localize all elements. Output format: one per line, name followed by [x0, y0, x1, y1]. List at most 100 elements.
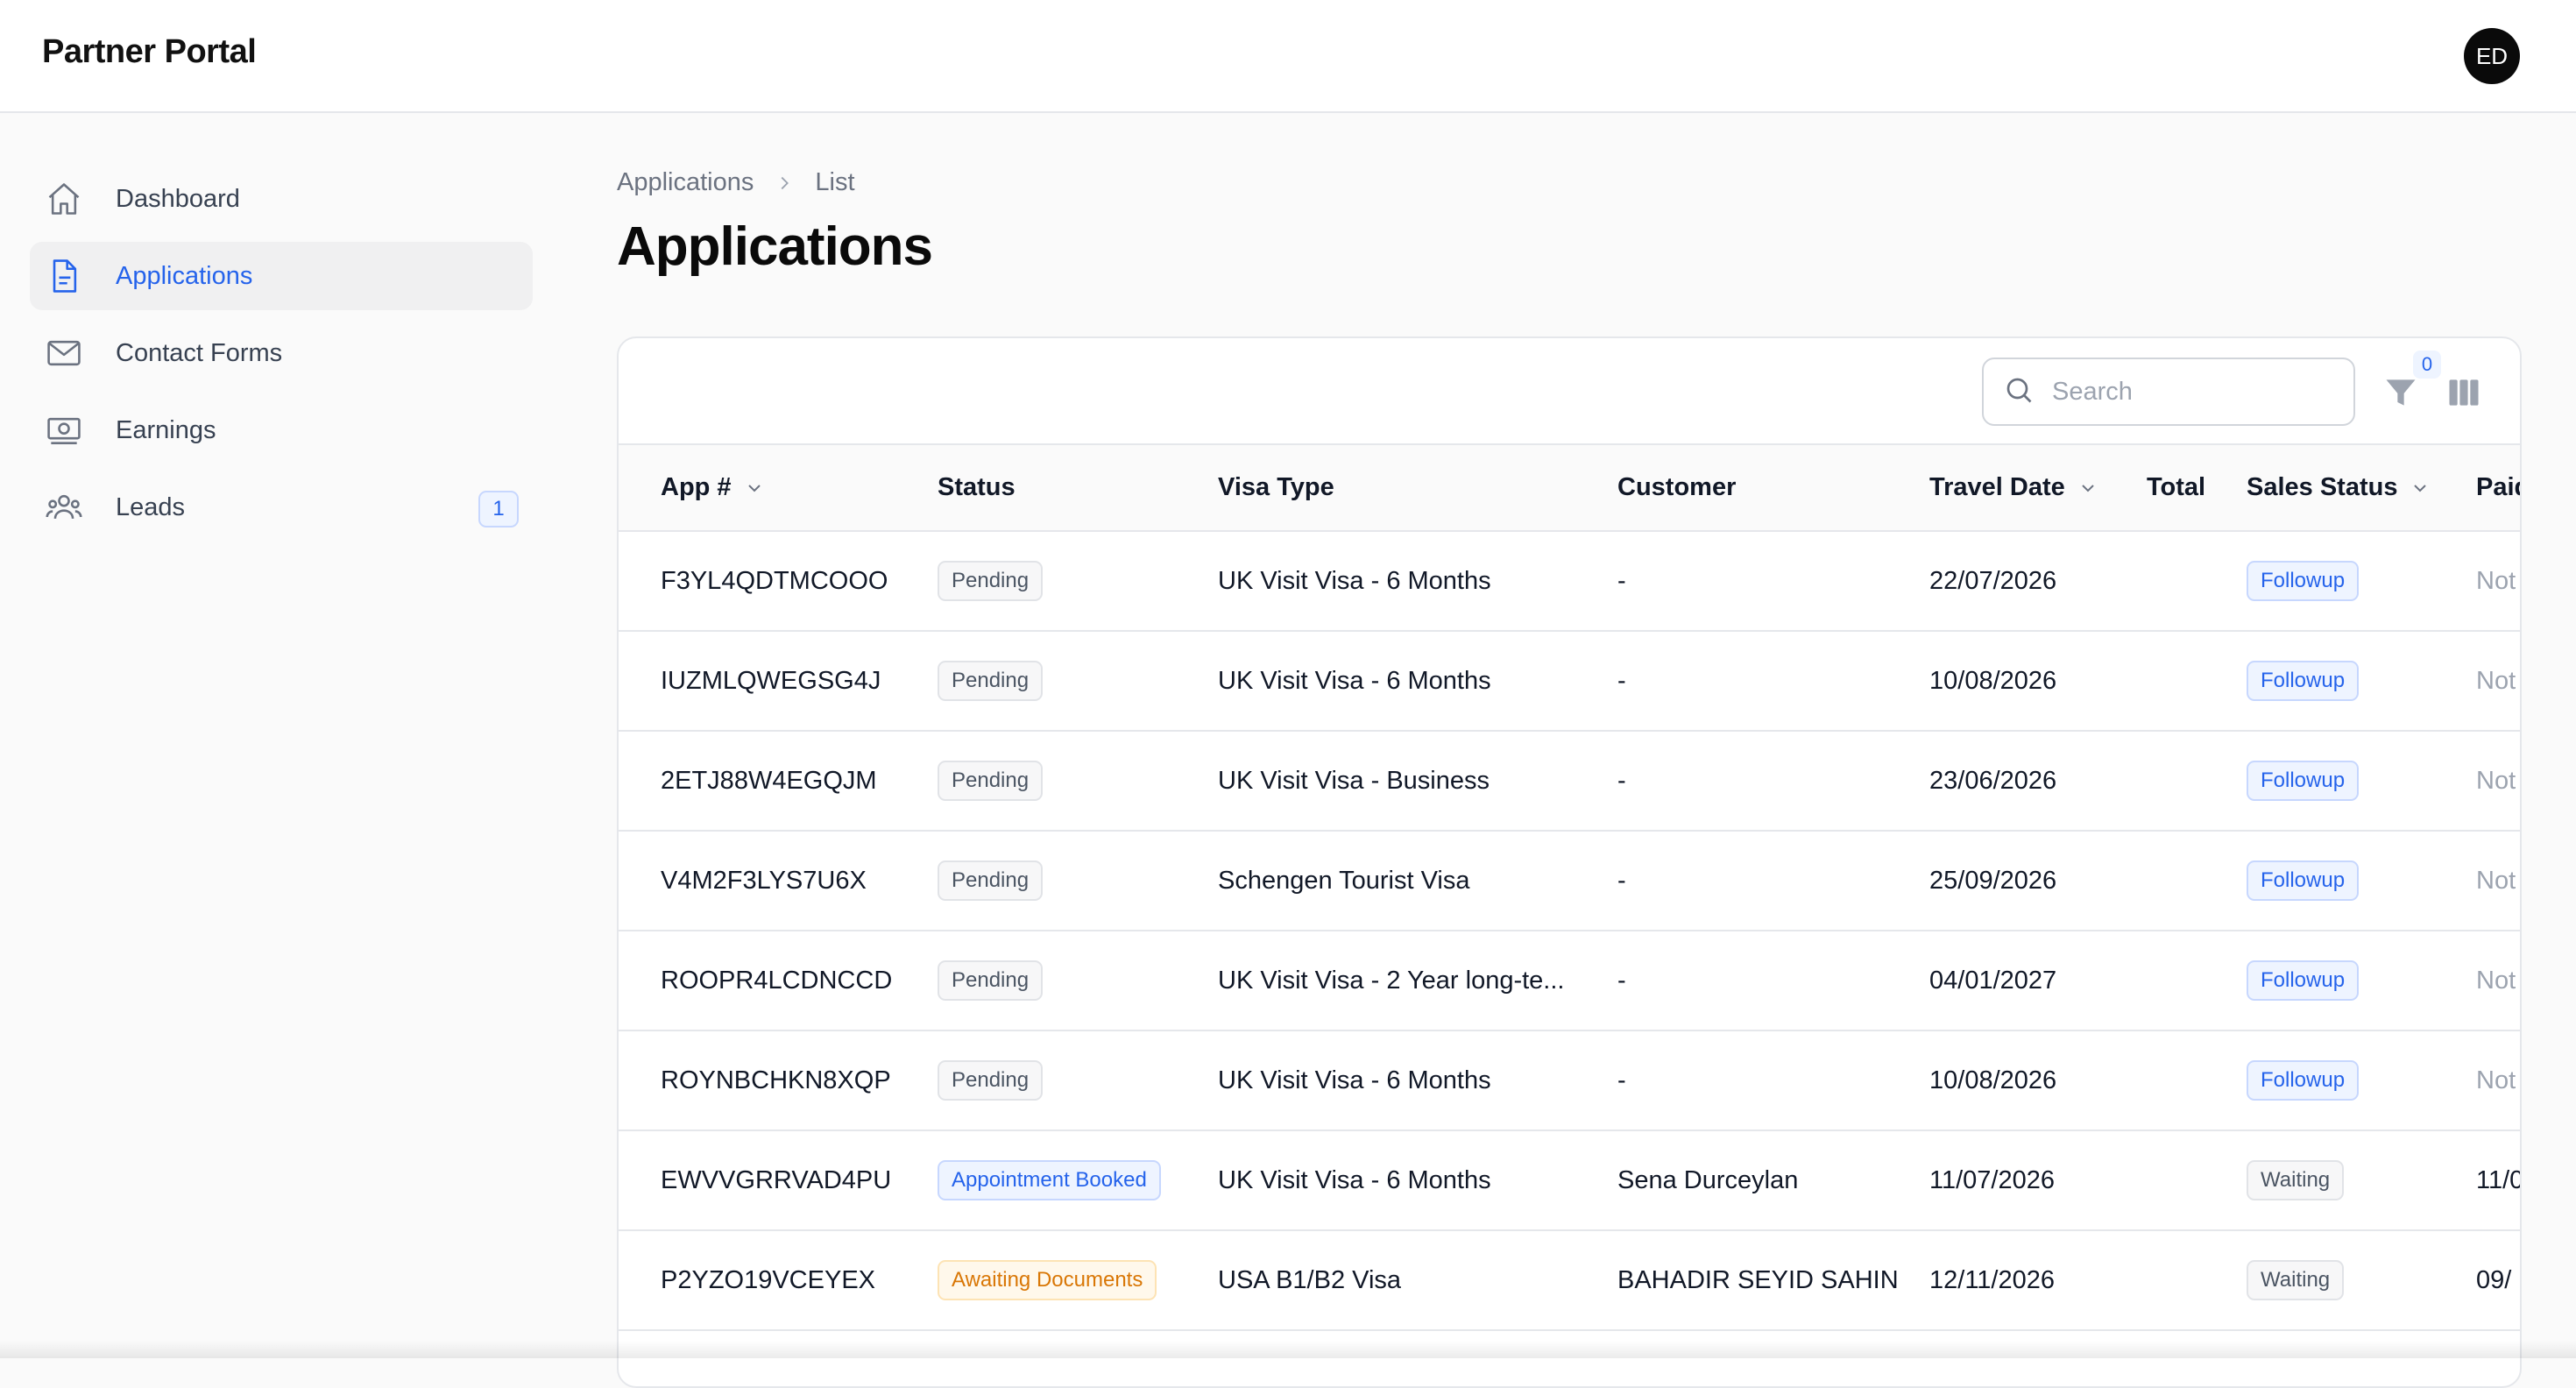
cell-app-number: IUZMLQWEGSG4J	[661, 666, 881, 695]
cell-visa-type: UK Visit Visa - 2 Year long-te...	[1218, 966, 1565, 995]
cell-visa-type: UK Visit Visa - 6 Months	[1218, 566, 1491, 595]
app-title: Partner Portal	[42, 33, 257, 70]
cell-app-number: EWVVGRRVAD4PU	[661, 1165, 892, 1194]
cell-status: Pending	[938, 831, 1218, 931]
user-avatar[interactable]: ED	[2464, 28, 2520, 84]
sidebar-item-leads[interactable]: Leads 1	[30, 473, 533, 542]
cell-total	[2147, 631, 2247, 731]
cell-customer: -	[1617, 566, 1626, 595]
cell-app-number: F3YL4QDTMCOOO	[661, 566, 888, 595]
table-row[interactable]: F3YL4QDTMCOOO Pending UK Visit Visa - 6 Mo…	[619, 531, 2520, 631]
status-badge: Pending	[938, 1059, 1044, 1101]
sidebar-item-contact-forms[interactable]: Contact Forms	[30, 319, 533, 387]
bottom-shadow	[0, 1341, 2576, 1358]
document-icon	[44, 256, 84, 296]
cell-sales-status: Followup	[2247, 831, 2476, 931]
table-row[interactable]: EWVVGRRVAD4PU Appointment Booked UK Visit …	[619, 1130, 2522, 1230]
breadcrumb-link-applications[interactable]: Applications	[617, 168, 754, 197]
chevron-down-icon	[2077, 478, 2098, 499]
cell-total	[2147, 731, 2247, 831]
cell-paid: 09/	[2476, 1265, 2512, 1294]
cell-app-number: ROYNBCHKN8XQP	[661, 1066, 891, 1094]
sidebar-item-applications[interactable]: Applications	[30, 242, 533, 310]
cell-status: Pending	[938, 531, 1218, 631]
sidebar-item-label: Leads	[116, 492, 186, 521]
users-icon	[44, 487, 84, 528]
column-header-travel-date[interactable]: Travel Date	[1929, 445, 2147, 532]
cell-paid: 11/0	[2476, 1165, 2522, 1194]
columns-icon[interactable]	[2445, 373, 2483, 412]
cell-paid: Not	[2476, 766, 2516, 795]
page-title: Applications	[617, 216, 933, 277]
sidebar-item-label: Contact Forms	[116, 338, 283, 367]
cell-travel-date: 04/01/2027	[1929, 966, 2057, 995]
cell-customer: -	[1617, 766, 1626, 795]
column-header-app-number[interactable]: App #	[619, 445, 938, 532]
cell-app-number: V4M2F3LYS7U6X	[661, 866, 867, 895]
applications-table-panel: 0 App # Status Visa Type Customer Travel…	[617, 336, 2522, 1388]
cell-status: Pending	[938, 631, 1218, 731]
column-header-sales-status[interactable]: Sales Status	[2247, 445, 2476, 532]
status-badge: Pending	[938, 760, 1044, 802]
cell-status: Appointment Booked	[938, 1130, 1218, 1230]
column-header-paid: Paid	[2476, 445, 2520, 532]
sales-status-badge: Waiting	[2247, 1259, 2345, 1301]
table-row[interactable]: V4M2F3LYS7U6X Pending Schengen Tourist Vis…	[619, 831, 2520, 931]
cell-visa-type: UK Visit Visa - Business	[1218, 766, 1490, 795]
sales-status-badge: Followup	[2247, 760, 2360, 802]
table-header-row: App # Status Visa Type Customer Travel D…	[619, 445, 2520, 532]
search-input[interactable]	[2052, 377, 2341, 407]
cell-app-number: 2ETJ88W4EGQJM	[661, 766, 877, 795]
table-row[interactable]: 2ETJ88W4EGQJM Pending UK Visit Visa - Busi…	[619, 731, 2520, 831]
sidebar-item-label: Applications	[116, 261, 253, 290]
status-badge: Pending	[938, 560, 1044, 602]
cell-app-number: ROOPR4LCDNCCD	[661, 966, 893, 995]
chevron-down-icon	[744, 478, 765, 499]
cell-sales-status: Followup	[2247, 1030, 2476, 1130]
cell-travel-date: 23/06/2026	[1929, 766, 2057, 795]
cell-customer: Sena Durceylan	[1617, 1165, 1799, 1194]
banknote-icon	[44, 410, 84, 450]
status-badge: Pending	[938, 960, 1044, 1002]
table-body: F3YL4QDTMCOOO Pending UK Visit Visa - 6 Mo…	[619, 531, 2522, 1330]
cell-travel-date: 11/07/2026	[1929, 1165, 2055, 1194]
cell-total	[2147, 1230, 2247, 1330]
cell-travel-date: 10/08/2026	[1929, 1066, 2057, 1094]
table-toolbar: 0	[619, 338, 2520, 445]
cell-sales-status: Followup	[2247, 631, 2476, 731]
sidebar-item-label: Dashboard	[116, 184, 240, 213]
breadcrumb-current: List	[815, 168, 855, 196]
table-row[interactable]: IUZMLQWEGSG4J Pending UK Visit Visa - 6 Mo…	[619, 631, 2520, 731]
cell-total	[2147, 831, 2247, 931]
cell-travel-date: 10/08/2026	[1929, 666, 2057, 695]
cell-sales-status: Followup	[2247, 731, 2476, 831]
table-row[interactable]: P2YZO19VCEYEX Awaiting Documents USA B1/B2…	[619, 1230, 2520, 1330]
filter-count-badge: 0	[2413, 351, 2441, 379]
cell-customer: -	[1617, 666, 1626, 695]
sales-status-badge: Followup	[2247, 960, 2360, 1002]
cell-status: Pending	[938, 931, 1218, 1030]
home-icon	[44, 179, 84, 219]
leads-count-badge: 1	[478, 491, 519, 528]
sidebar-item-dashboard[interactable]: Dashboard	[30, 165, 533, 233]
column-header-total: Total	[2147, 445, 2247, 532]
cell-visa-type: UK Visit Visa - 6 Months	[1218, 1066, 1491, 1094]
table-row[interactable]: ROYNBCHKN8XQP Pending UK Visit Visa - 6 Mo…	[619, 1030, 2520, 1130]
sales-status-badge: Followup	[2247, 660, 2360, 702]
cell-paid: Not	[2476, 866, 2516, 895]
cell-status: Pending	[938, 1030, 1218, 1130]
column-header-status: Status	[938, 445, 1218, 532]
cell-sales-status: Waiting	[2247, 1230, 2476, 1330]
sales-status-badge: Followup	[2247, 560, 2360, 602]
envelope-icon	[44, 333, 84, 373]
cell-customer: BAHADIR SEYID SAHIN	[1617, 1265, 1899, 1294]
sales-status-badge: Followup	[2247, 860, 2360, 902]
cell-total	[2147, 931, 2247, 1030]
cell-sales-status: Followup	[2247, 931, 2476, 1030]
filter-icon[interactable]	[2381, 373, 2420, 412]
search-box	[1982, 358, 2355, 426]
table-row[interactable]: ROOPR4LCDNCCD Pending UK Visit Visa - 2 Ye…	[619, 931, 2520, 1030]
sidebar-item-earnings[interactable]: Earnings	[30, 396, 533, 464]
sales-status-badge: Waiting	[2247, 1159, 2345, 1201]
cell-paid: Not	[2476, 966, 2516, 995]
